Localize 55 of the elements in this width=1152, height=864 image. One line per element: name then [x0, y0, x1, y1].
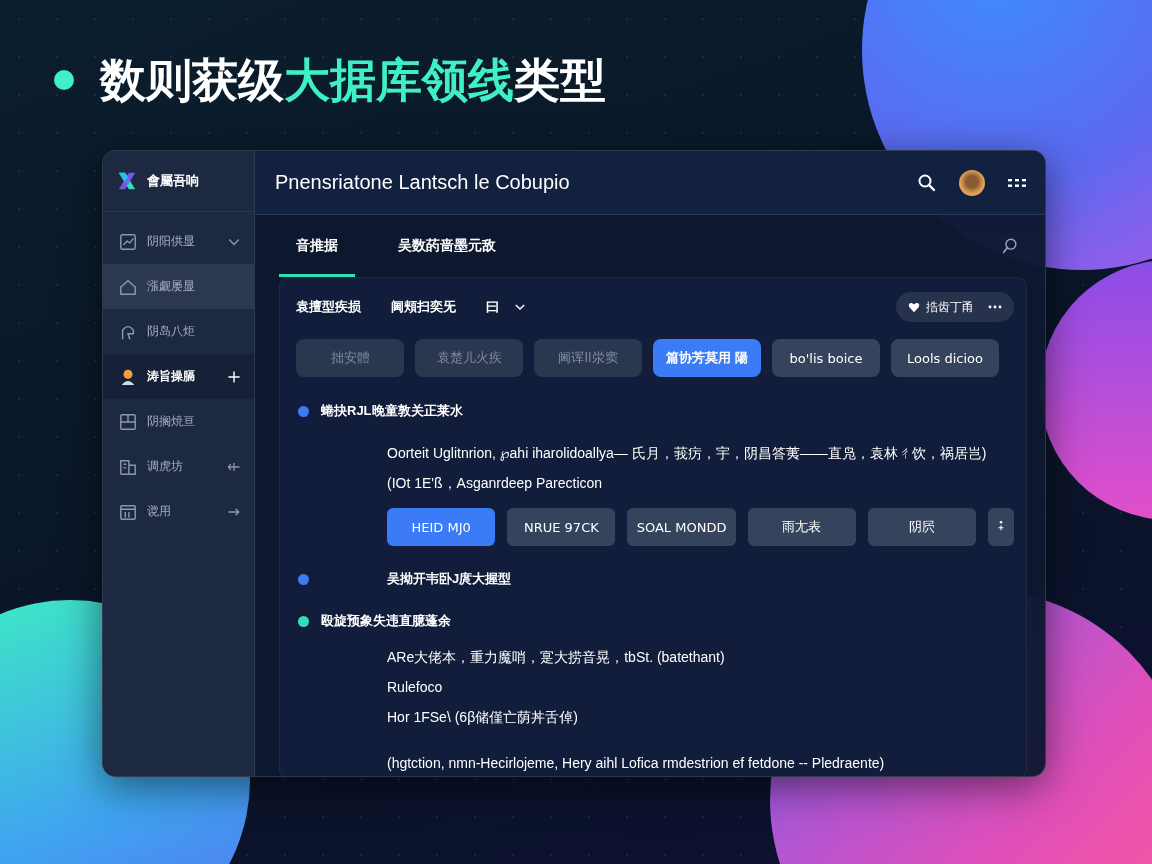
body-text: (hgtction, nmn-Hecirlojeme, Hery aihl Lofica rmdestrion ef fetdone -- Pledraente) — [386, 754, 886, 773]
body-text: ARe大佬本，重力魔哨，寔大捞音晃，tbSt. (batethant) — [386, 648, 726, 667]
search-icon[interactable] — [1001, 237, 1019, 255]
sidebar-label: 阴岛八炬 — [147, 323, 196, 340]
action-button[interactable]: SOAL MONDD — [627, 508, 736, 546]
body-text: Oorteit Uglitnrion, ℘ahi iharolidoallya— 氏月，莪疠，宇，阴昌答荑——直凫，袁林ㄔ饮，祸居岂) — [386, 444, 988, 463]
action-button[interactable]: 阴屄 — [867, 508, 977, 546]
sidebar-item[interactable]: 阴搁焼亘 — [103, 399, 254, 444]
sidebar-label: 调虎坊 — [147, 458, 184, 475]
person-icon — [119, 367, 137, 386]
tab[interactable]: 吴数菂啬墨元敌 — [381, 215, 513, 277]
action-button[interactable]: HEID MJ0 — [387, 508, 496, 546]
logo-icon — [117, 171, 137, 191]
body-text: Hor 1FSe\ (6β储僅亡荫丼舌倬) — [386, 708, 579, 727]
sidebar-label: 漲觑屡显 — [147, 278, 196, 295]
sidebar-item[interactable]: 漲觑屡显 — [103, 264, 254, 309]
more-icon[interactable] — [988, 305, 1002, 309]
plus-icon[interactable] — [226, 368, 242, 385]
sidebar-label: 阴阳供显 — [147, 233, 196, 250]
building-icon — [119, 457, 137, 476]
filter-chip[interactable]: Lools dicioo — [891, 339, 999, 377]
search-icon[interactable] — [917, 172, 937, 193]
sidebar-item[interactable]: 阴岛八炬 — [103, 309, 254, 354]
layout-icon — [119, 412, 137, 431]
section-title: 蜷抉RJL晚童敦关正莱水 — [321, 402, 463, 420]
menu-icon[interactable] — [1007, 176, 1027, 189]
filter-dropdown[interactable]: 袁擅型疾损 — [296, 298, 361, 316]
sidebar-label: 谠用 — [147, 503, 172, 520]
calendar-icon — [119, 502, 137, 521]
sidebar-label: 阴搁焼亘 — [147, 413, 196, 430]
sidebar-item[interactable]: 谠用 — [103, 489, 254, 534]
filter-dropdown[interactable]: 曰 — [486, 298, 499, 316]
chart-icon — [119, 232, 137, 251]
section-title: 殴旋预象失违直臆蓬余 — [321, 612, 451, 630]
filter-dropdown[interactable]: 阃頬扫奕旡 — [391, 298, 456, 316]
favorite-button[interactable]: 捁齿丁甬 — [896, 292, 1014, 322]
action-button[interactable]: 雨尢表 — [747, 508, 856, 546]
filter-chip[interactable]: 篇协芳莫用 陽 — [653, 339, 761, 377]
avatar[interactable] — [959, 169, 985, 196]
section-title: 吴拗开韦卧J庹大握型 — [387, 570, 512, 588]
slide-heading: 数则获级大据库领线类型 — [100, 52, 606, 109]
app-name: 會屬吾响 — [147, 172, 199, 190]
window-title: Pnensriatone Lantsch le Cobupio — [275, 171, 570, 194]
body-text: Rulefoco — [386, 678, 444, 697]
filter-chip[interactable]: bo'lis boice — [772, 339, 880, 377]
sidebar-item[interactable]: 调虎坊 — [103, 444, 254, 489]
heart-icon — [908, 301, 920, 313]
bullet-dot — [54, 70, 74, 90]
body-text: (IOt 1E'ß，Asganrdeep Parecticon — [386, 474, 604, 493]
more-button[interactable] — [988, 508, 1014, 546]
sidebar-item[interactable]: 涛旨操膈 — [103, 354, 254, 399]
sidebar-item[interactable]: 阴阳供显 — [103, 219, 254, 264]
home-icon — [119, 277, 137, 296]
sidebar-label: 涛旨操膈 — [147, 368, 196, 385]
action-button[interactable]: NRUE 97CK — [507, 508, 616, 546]
